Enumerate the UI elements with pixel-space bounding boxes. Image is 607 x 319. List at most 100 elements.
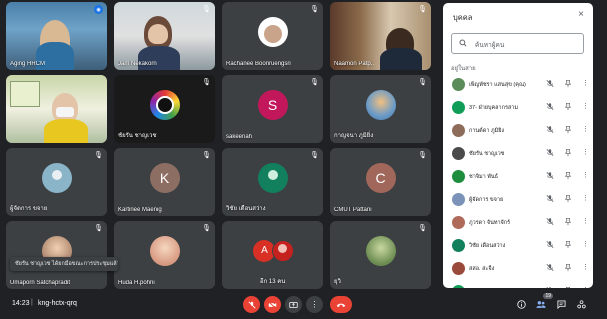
pin-icon[interactable]: [564, 240, 572, 249]
participant-count-badge: 19: [543, 293, 553, 299]
mic-off-icon[interactable]: [546, 286, 554, 288]
pin-icon[interactable]: [564, 79, 572, 88]
others-tile[interactable]: A อีก 13 คน: [222, 221, 323, 289]
participant-name: Aging HRCM: [10, 61, 46, 67]
participant-row[interactable]: สสอ. ยะรัง⋮: [443, 281, 593, 288]
participant-tile[interactable]: 🎙 Jam Nekakorn: [114, 2, 215, 70]
mic-off-icon[interactable]: [546, 171, 554, 180]
more-vert-icon[interactable]: ⋮: [582, 79, 589, 87]
mic-off-icon: 🎙: [418, 152, 427, 159]
participant-tile[interactable]: 🎙 วิชัย เดือนสว่าง: [222, 148, 323, 216]
participant-tile[interactable]: 🎙 Huda H.pohni: [114, 221, 215, 289]
leave-call-button[interactable]: [330, 296, 352, 313]
participant-row[interactable]: ชาจิมา พันธ์ ⋮: [443, 166, 593, 189]
participant-name: ภูวรดา จันทาจักร์: [469, 220, 511, 226]
mic-off-icon[interactable]: [546, 102, 554, 111]
more-vert-icon[interactable]: ⋮: [582, 148, 589, 156]
participant-tile[interactable]: 🎙 ยุวิ: [330, 221, 431, 289]
participant-avatar: [149, 235, 180, 266]
mic-off-icon: 🎙: [94, 152, 103, 159]
more-vert-icon[interactable]: ⋮: [582, 217, 589, 225]
participant-row[interactable]: เพ็ญพัชรา แสนสุข (คุณ) ⋮: [443, 74, 593, 97]
participant-tile[interactable]: ◉ Aging HRCM: [6, 2, 107, 70]
more-vert-icon[interactable]: ⋮: [582, 125, 589, 133]
participant-row[interactable]: กานต์ดา ภูมิยิ่ง ⋮: [443, 120, 593, 143]
participant-avatar: [452, 124, 465, 137]
activities-button[interactable]: [573, 296, 589, 312]
meeting-time: 14:23: [12, 300, 30, 307]
participant-name: วิชัย เดือนสว่าง: [226, 206, 266, 212]
mic-off-icon[interactable]: [546, 263, 554, 272]
participant-tile[interactable]: S 🎙 sakeenah: [222, 75, 323, 143]
chat-button[interactable]: [553, 296, 569, 312]
participant-name: กาญจนา ภูมิยิ่ง: [334, 133, 374, 139]
participant-row[interactable]: 37- ฝ่ายบุคลากรสาม ⋮: [443, 97, 593, 120]
participant-avatar: [257, 162, 288, 193]
more-options-button[interactable]: ⋮: [306, 296, 323, 313]
mic-toggle-button[interactable]: [243, 296, 260, 313]
participant-name: 37- ฝ่ายบุคลากรสาม: [469, 105, 518, 111]
pin-icon[interactable]: [564, 148, 572, 157]
participant-avatar: [452, 170, 465, 183]
more-vert-icon[interactable]: ⋮: [582, 102, 589, 110]
participant-tile[interactable]: 🎙 กาญจนา ภูมิยิ่ง: [330, 75, 431, 143]
participant-row[interactable]: ผู้จัดการ ขจาย ⋮: [443, 189, 593, 212]
search-input[interactable]: ค้นหาผู้คน: [451, 33, 584, 54]
close-icon[interactable]: ×: [578, 9, 584, 20]
participant-tile[interactable]: C 🎙 CMUT Pattani: [330, 148, 431, 216]
more-vert-icon[interactable]: ⋮: [582, 286, 589, 288]
participant-avatar: [452, 78, 465, 91]
people-icon: [536, 300, 546, 308]
pin-icon[interactable]: [564, 171, 572, 180]
pin-icon[interactable]: [564, 125, 572, 134]
pin-icon[interactable]: [564, 286, 572, 288]
more-vert-icon[interactable]: ⋮: [582, 171, 589, 179]
participant-tile[interactable]: 🎙 Rachanee Boonruengsri: [222, 2, 323, 70]
present-icon: [289, 301, 298, 308]
participant-row[interactable]: วิชัย เดือนสว่าง ⋮: [443, 235, 593, 258]
mic-off-icon[interactable]: [546, 194, 554, 203]
more-vert-icon[interactable]: ⋮: [582, 263, 589, 271]
mic-off-icon[interactable]: [546, 148, 554, 157]
more-vert-icon[interactable]: ⋮: [582, 194, 589, 202]
video-grid: ◉ Aging HRCM 🎙 Jam Nekakorn 🎙 Rachanee B…: [6, 2, 438, 290]
pin-icon[interactable]: [564, 194, 572, 203]
activities-icon: [576, 299, 586, 308]
search-placeholder: ค้นหาผู้คน: [475, 42, 505, 49]
meeting-code: kng-hctx-qrq: [38, 300, 77, 307]
participant-tile[interactable]: 🎙 Umaporn Satchapradit: [6, 221, 107, 289]
chat-icon: [556, 299, 566, 309]
more-vert-icon[interactable]: ⋮: [582, 240, 589, 248]
participant-tile[interactable]: K 🎙 Kartinee Maenig: [114, 148, 215, 216]
people-button[interactable]: 19: [533, 293, 553, 312]
participant-figure: [44, 119, 88, 143]
participant-tile[interactable]: [6, 75, 107, 143]
search-icon: [459, 39, 467, 47]
mic-off-icon[interactable]: [546, 217, 554, 226]
participant-avatar: [452, 285, 465, 288]
participant-name: ยุวิ: [334, 279, 341, 285]
pin-icon[interactable]: [564, 263, 572, 272]
mic-off-icon: 🎙: [202, 79, 211, 86]
participant-tile[interactable]: 🎙 Naamon Patp..: [330, 2, 431, 70]
mic-off-icon[interactable]: [546, 79, 554, 88]
participant-tile[interactable]: 🎙 ผู้จัดการ ขจาย: [6, 148, 107, 216]
mic-off-icon: 🎙: [418, 225, 427, 232]
participant-name: ชัยรัน ชาญเวช: [118, 133, 157, 139]
participant-row[interactable]: สสอ. สะจิ้ง ⋮: [443, 258, 593, 281]
participant-avatar: [452, 216, 465, 229]
participant-avatar: C: [365, 162, 396, 193]
notification-toast: ชัยรัน ชาญเวช ได้ยกมือขณะการประชุมแล้ว: [10, 257, 118, 271]
camera-toggle-button[interactable]: [264, 296, 281, 313]
present-screen-button[interactable]: [285, 296, 302, 313]
participant-tile[interactable]: 🎙 ชัยรัน ชาญเวช: [114, 75, 215, 143]
mic-off-icon[interactable]: [546, 240, 554, 249]
mic-off-icon[interactable]: [546, 125, 554, 134]
pin-icon[interactable]: [564, 217, 572, 226]
participant-name: Naamon Patp..: [334, 61, 375, 67]
participant-row[interactable]: ภูวรดา จันทาจักร์ ⋮: [443, 212, 593, 235]
mic-off-icon: 🎙: [94, 225, 103, 232]
meeting-details-button[interactable]: [513, 296, 529, 312]
pin-icon[interactable]: [564, 102, 572, 111]
participant-row[interactable]: ชัยรัน ชาญเวช ⋮: [443, 143, 593, 166]
